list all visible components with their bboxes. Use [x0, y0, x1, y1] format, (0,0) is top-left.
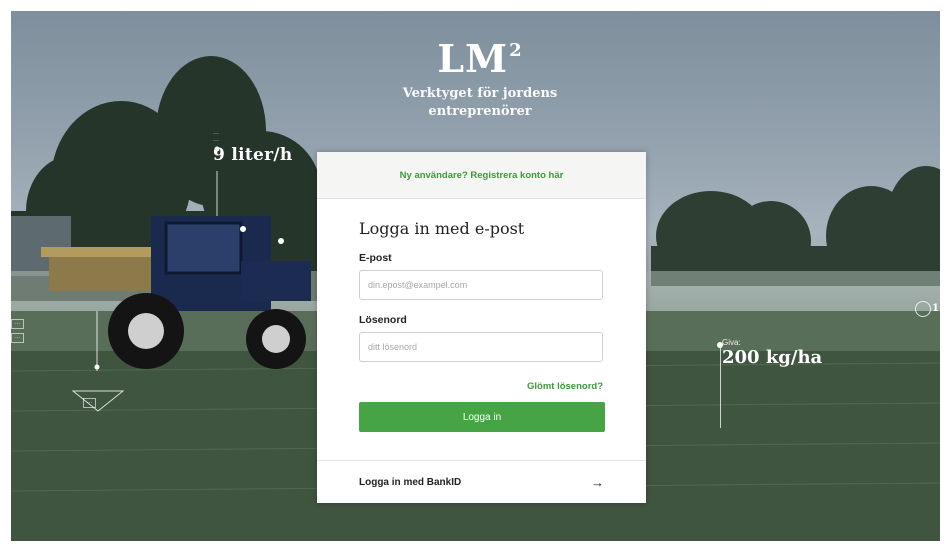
gauge-icon: [915, 301, 931, 317]
forgot-password-link[interactable]: Glömt lösenord?: [527, 381, 603, 392]
brand-header: LM2 Verktyget för jordens entreprenörer: [370, 36, 590, 121]
email-label: E-post: [359, 252, 392, 264]
login-heading: Logga in med e-post: [359, 219, 525, 238]
overlay-readout-box: ···: [11, 333, 24, 343]
email-field[interactable]: [359, 270, 603, 300]
arrow-right-icon[interactable]: →: [591, 475, 604, 490]
password-label: Lösenord: [359, 314, 407, 326]
overlay-readout-box: ···: [11, 319, 24, 329]
register-banner: Ny användare? Registrera konto här: [317, 152, 646, 199]
register-link[interactable]: Ny användare? Registrera konto här: [400, 170, 564, 181]
bankid-label: Logga in med BankID: [359, 476, 462, 488]
login-button[interactable]: Logga in: [359, 402, 605, 432]
bankid-login-row[interactable]: Logga in med BankID →: [317, 460, 646, 503]
logo: LM2: [437, 36, 523, 81]
login-card: Ny användare? Registrera konto här Logga…: [317, 152, 646, 503]
spread-metric-overlay: ··· ··· 9 liter/h: [213, 131, 293, 165]
rate-metric-overlay: Giva: 200 kg/ha: [722, 338, 823, 368]
password-field[interactable]: [359, 332, 603, 362]
tagline: Verktyget för jordens entreprenörer: [402, 86, 558, 119]
spread-metric-value: 9 liter/h: [213, 145, 293, 165]
right-metric-value: 11: [932, 303, 946, 314]
overlay-readout-box: ···: [83, 398, 96, 408]
